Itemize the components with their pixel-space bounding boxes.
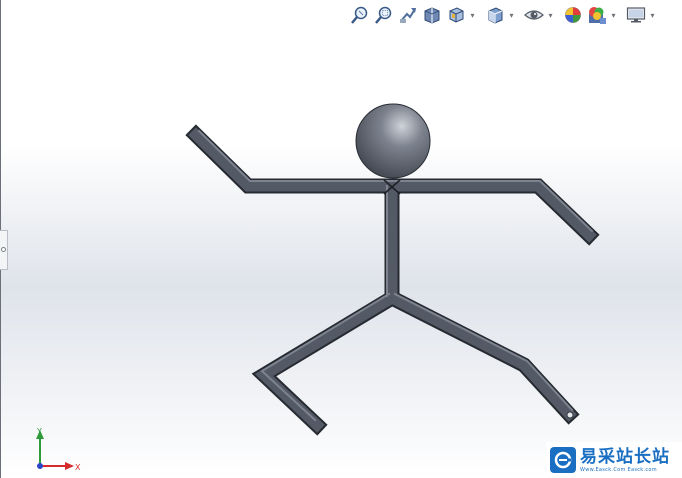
watermark-subtitle: Www.Easck.Com Easck.com [580, 466, 657, 473]
watermark-title: 易采站长站 [580, 446, 670, 467]
foot-end-cap [566, 411, 574, 419]
watermark-logo-icon [550, 447, 576, 473]
site-watermark: 易采站长站 Www.Easck.Com Easck.com [546, 442, 682, 478]
triad-z-axis-dot [37, 463, 43, 469]
triad-y-label: Y [36, 427, 42, 436]
reference-triad: Y X [36, 427, 81, 472]
triad-x-label: X [75, 463, 81, 472]
model-stick-figure[interactable] [0, 0, 682, 478]
stick-figure-head[interactable] [355, 103, 431, 179]
graphics-viewport[interactable]: ▾ ▾ ▾ ▾ ▾ Y X 易采站长站 Www.Easck.Com Easck.… [0, 0, 682, 478]
triad-x-arrow-icon [65, 462, 74, 470]
